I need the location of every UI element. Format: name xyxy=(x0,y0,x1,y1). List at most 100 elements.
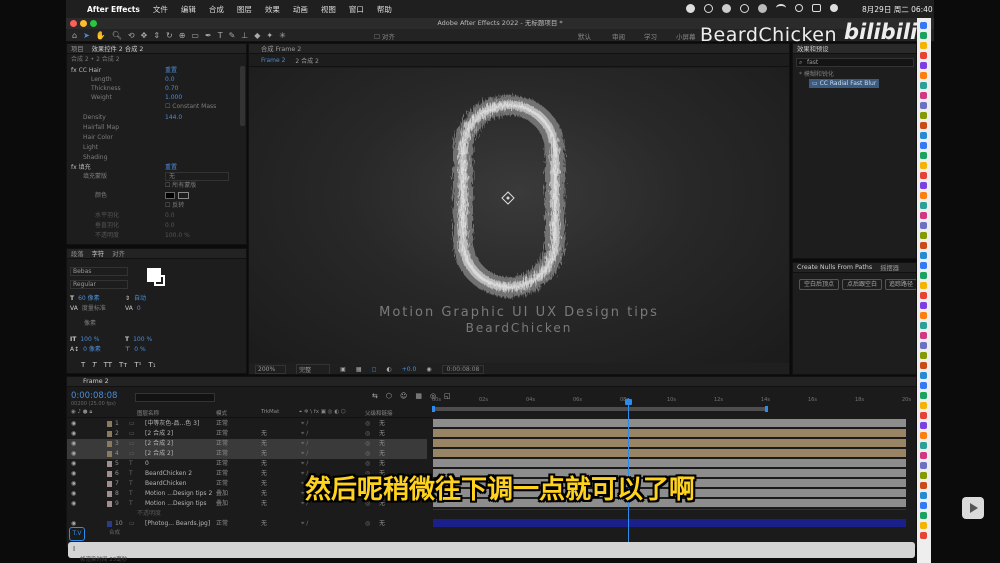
layer-mode[interactable]: 正常 xyxy=(216,439,228,449)
faux-italic-button[interactable]: T xyxy=(92,361,96,369)
dock-app-icon[interactable] xyxy=(920,482,927,489)
layer-name[interactable]: [2 合成 2] xyxy=(145,429,173,439)
tracking-value[interactable]: 0 xyxy=(137,305,141,312)
layer-switches[interactable]: ⌖ ∕ xyxy=(301,419,308,429)
work-area-bar[interactable] xyxy=(432,407,768,411)
kerning-value[interactable]: 度量标准 xyxy=(82,305,106,312)
exposure-value[interactable]: +0.0 xyxy=(402,366,417,373)
layer-row[interactable]: ◉ 1 ▭ [中等灰色-品...色 3] 正常 ⌖ ∕ ◎ 无 xyxy=(67,419,427,429)
dock-app-icon[interactable] xyxy=(920,52,927,59)
puppet-tool-icon[interactable]: ✳ xyxy=(279,31,286,40)
dock-app-icon[interactable] xyxy=(920,42,927,49)
time-ruler[interactable]: 00s02s04s06s08s10s12s14s16s18s20s xyxy=(432,396,911,416)
tab-wiggler[interactable]: 摇摆器 xyxy=(880,263,899,272)
work-area-start[interactable] xyxy=(432,406,435,412)
pan-tool-icon[interactable]: ✥ xyxy=(141,31,148,40)
parent-pickwhip-icon[interactable]: ◎ xyxy=(365,439,370,449)
dock-app-icon[interactable] xyxy=(920,322,927,329)
layer-name[interactable]: [Photog... Beards.jpg] xyxy=(145,519,210,529)
layer-trkmat[interactable]: 无 xyxy=(261,459,267,469)
eyedropper-icon[interactable] xyxy=(178,192,189,199)
app-icon[interactable] xyxy=(740,4,749,13)
dock-app-icon[interactable] xyxy=(920,532,927,539)
layer-duration-bar[interactable] xyxy=(433,419,906,427)
tsume-value[interactable]: 0 % xyxy=(134,346,145,353)
layer-name[interactable]: [中等灰色-品...色 3] xyxy=(145,419,199,429)
layer-trkmat[interactable]: 无 xyxy=(261,439,267,449)
creative-cloud-icon[interactable] xyxy=(704,4,713,13)
draft-3d-icon[interactable]: ⬡ xyxy=(386,392,392,400)
dock-app-icon[interactable] xyxy=(920,242,927,249)
menu-effect[interactable]: 效果 xyxy=(265,4,280,15)
menu-file[interactable]: 文件 xyxy=(153,4,168,15)
layer-row[interactable]: 不透明度 xyxy=(67,509,427,519)
nulls-follow-points-button[interactable]: 点后跟空白 xyxy=(842,279,882,290)
parent-pickwhip-icon[interactable]: ◎ xyxy=(365,519,370,529)
layer-duration-bar[interactable] xyxy=(433,439,906,447)
faux-bold-button[interactable]: T xyxy=(81,361,85,369)
menu-help[interactable]: 帮助 xyxy=(377,4,392,15)
h-feather-value[interactable]: 0.0 xyxy=(165,211,175,220)
dock-app-icon[interactable] xyxy=(920,82,927,89)
prop-shading[interactable]: Shading xyxy=(83,154,107,161)
all-masks-checkbox[interactable]: ☐ 所有蒙版 xyxy=(165,181,196,190)
layer-duration-bar[interactable] xyxy=(433,459,906,467)
dock-app-icon[interactable] xyxy=(920,362,927,369)
brush-tool-icon[interactable]: ✎ xyxy=(229,31,236,40)
composition-viewer[interactable]: Motion Graphic UI UX Design tips BeardCh… xyxy=(249,68,789,364)
tab-character[interactable]: 字符 xyxy=(92,249,105,258)
wifi-icon[interactable] xyxy=(776,4,786,12)
small-caps-button[interactable]: Tт xyxy=(119,361,127,369)
flow-frame2[interactable]: Frame 2 xyxy=(261,57,285,64)
layer-switches[interactable]: ⌖ ∕ xyxy=(301,459,308,469)
layer-duration-bar[interactable] xyxy=(433,519,906,527)
dock-app-icon[interactable] xyxy=(920,62,927,69)
menu-animation[interactable]: 动画 xyxy=(293,4,308,15)
dock-app-icon[interactable] xyxy=(920,222,927,229)
col-layer-name[interactable]: 图层名称 xyxy=(137,409,159,417)
layer-row[interactable]: ◉ 5 T 0 正常 无 ⌖ ∕ ◎ 无 xyxy=(67,459,427,469)
vertical-scale-value[interactable]: 100 % xyxy=(80,336,99,343)
prop-thickness[interactable]: Thickness xyxy=(91,85,121,92)
dock-app-icon[interactable] xyxy=(920,252,927,259)
flow-comp2[interactable]: 2 合成 2 xyxy=(295,56,318,65)
play-button[interactable] xyxy=(962,497,984,519)
stroke-color-swatch[interactable] xyxy=(154,275,165,286)
layer-switches[interactable]: ⌖ ∕ xyxy=(301,439,308,449)
subscript-button[interactable]: T₁ xyxy=(148,361,155,369)
menu-edit[interactable]: 编辑 xyxy=(181,4,196,15)
work-area-end[interactable] xyxy=(765,406,768,412)
rotate-tool-icon[interactable]: ↻ xyxy=(166,31,173,40)
parent-pickwhip-icon[interactable]: ◎ xyxy=(365,459,370,469)
dock-app-icon[interactable] xyxy=(920,302,927,309)
menu-composition[interactable]: 合成 xyxy=(209,4,224,15)
layer-parent[interactable]: 无 xyxy=(379,439,385,449)
horizontal-scale-value[interactable]: 100 % xyxy=(133,336,152,343)
search-icon[interactable] xyxy=(795,4,803,12)
stroke-width-value[interactable]: 像素 xyxy=(84,320,96,327)
home-icon[interactable]: ⌂ xyxy=(72,31,77,40)
tab-effects-presets[interactable]: 效果和预设 xyxy=(797,44,828,53)
layer-name[interactable]: [2 合成 2] xyxy=(145,439,173,449)
font-family-dropdown[interactable]: Bebas xyxy=(70,267,128,276)
dock-app-icon[interactable] xyxy=(920,432,927,439)
transparency-grid-icon[interactable]: ▦ xyxy=(356,366,362,373)
dock-app-icon[interactable] xyxy=(920,202,927,209)
dock-app-icon[interactable] xyxy=(920,292,927,299)
text-input-hint[interactable]: T.V xyxy=(69,527,85,541)
tab-project[interactable]: 项目 xyxy=(71,44,84,53)
dock-app-icon[interactable] xyxy=(920,392,927,399)
tab-align[interactable]: 对齐 xyxy=(112,249,125,258)
dock-app-icon[interactable] xyxy=(920,512,927,519)
workspace-review[interactable]: 审阅 xyxy=(612,31,625,41)
dock-app-icon[interactable] xyxy=(920,122,927,129)
effects-search-input[interactable]: ⌕ fast xyxy=(796,58,914,67)
fx-cc-hair-reset[interactable]: 重置 xyxy=(165,66,177,75)
layer-switches[interactable]: ⌖ ∕ xyxy=(301,429,308,439)
visibility-eye-icon[interactable]: ◉ xyxy=(71,429,76,439)
minimize-window-icon[interactable] xyxy=(80,20,87,27)
tab-composition[interactable]: 合成 Frame 2 xyxy=(261,44,301,53)
mask-toggle-icon[interactable]: ◻ xyxy=(372,366,377,373)
superscript-button[interactable]: T¹ xyxy=(134,361,141,369)
layer-duration-bar[interactable] xyxy=(433,429,906,437)
